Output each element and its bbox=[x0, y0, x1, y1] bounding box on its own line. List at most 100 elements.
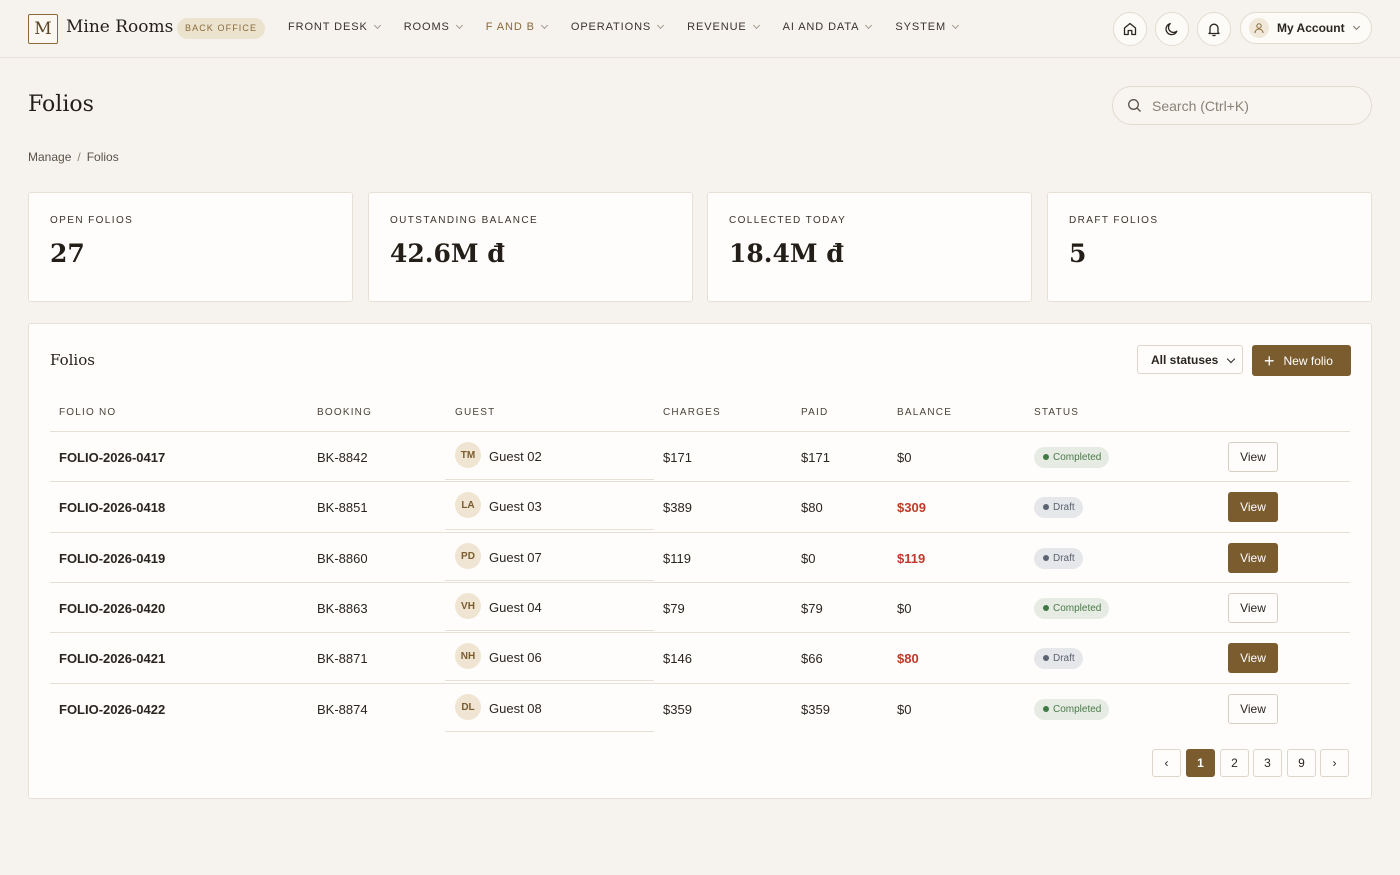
guest-cell: TM Guest 02 bbox=[445, 432, 654, 480]
guest-avatar: NH bbox=[455, 643, 481, 669]
status-label: Draft bbox=[1053, 653, 1075, 664]
breadcrumb-manage[interactable]: Manage bbox=[28, 150, 71, 164]
folio-number[interactable]: FOLIO-2026-0421 bbox=[59, 651, 165, 666]
booking-number: BK-8842 bbox=[317, 450, 368, 465]
bell-icon bbox=[1208, 23, 1220, 37]
nav-revenue[interactable]: REVENUE bbox=[687, 21, 760, 33]
pagination-page-2[interactable]: 2 bbox=[1220, 749, 1249, 777]
paid-value: $359 bbox=[801, 702, 830, 717]
table-row[interactable]: FOLIO-2026-0420 BK-8863 VH Guest 04 $79 $79 $0… bbox=[50, 582, 1350, 632]
charges-value: $146 bbox=[663, 651, 692, 666]
guest-cell: LA Guest 03 bbox=[445, 482, 654, 530]
view-folio-button[interactable]: View bbox=[1228, 442, 1278, 472]
pagination-page-9[interactable]: 9 bbox=[1287, 749, 1316, 777]
nav-f-and-b[interactable]: F AND B bbox=[486, 21, 548, 33]
table-row[interactable]: FOLIO-2026-0419 BK-8860 PD Guest 07 $119 $0 $1… bbox=[50, 532, 1350, 582]
paid-value: $79 bbox=[801, 601, 823, 616]
stat-label: OUTSTANDING BALANCE bbox=[390, 215, 539, 226]
nav-operations[interactable]: OPERATIONS bbox=[571, 21, 665, 33]
status-dot-icon bbox=[1043, 555, 1049, 561]
pagination-page-3[interactable]: 3 bbox=[1253, 749, 1282, 777]
nav-label: AI AND DATA bbox=[782, 21, 860, 33]
pagination-next-button[interactable]: › bbox=[1320, 749, 1349, 777]
guest-cell: NH Guest 06 bbox=[445, 633, 654, 681]
status-dot-icon bbox=[1043, 605, 1049, 611]
status-dot-icon bbox=[1043, 454, 1049, 460]
view-folio-button[interactable]: View bbox=[1228, 694, 1278, 724]
chevron-down-icon bbox=[657, 21, 665, 30]
panel-title: Folios bbox=[50, 351, 95, 369]
column-header-charges[interactable]: CHARGES bbox=[663, 407, 721, 418]
column-header-balance[interactable]: BALANCE bbox=[897, 407, 952, 418]
back-office-badge: BACK OFFICE bbox=[177, 18, 266, 39]
table-row[interactable]: FOLIO-2026-0417 BK-8842 TM Guest 02 $171 $171… bbox=[50, 431, 1350, 481]
folio-number[interactable]: FOLIO-2026-0420 bbox=[59, 601, 165, 616]
nav-system[interactable]: SYSTEM bbox=[895, 21, 960, 33]
search-placeholder: Search (Ctrl+K) bbox=[1152, 97, 1249, 114]
chevron-down-icon bbox=[752, 21, 760, 30]
avatar bbox=[1249, 18, 1269, 38]
account-menu[interactable]: My Account bbox=[1240, 12, 1372, 44]
status-filter-select[interactable]: All statuses bbox=[1137, 345, 1243, 374]
pagination-page-1[interactable]: 1 bbox=[1186, 749, 1215, 777]
booking-number: BK-8871 bbox=[317, 651, 368, 666]
table-row[interactable]: FOLIO-2026-0422 BK-8874 DL Guest 08 $359 $359… bbox=[50, 683, 1350, 733]
status-badge: Draft bbox=[1034, 548, 1083, 569]
folio-number[interactable]: FOLIO-2026-0422 bbox=[59, 702, 165, 717]
view-folio-button[interactable]: View bbox=[1228, 593, 1278, 623]
new-folio-button[interactable]: + New folio bbox=[1252, 345, 1351, 376]
folios-panel: Folios All statuses + New folio FOLIO NO… bbox=[28, 323, 1372, 799]
theme-toggle-button[interactable] bbox=[1155, 12, 1189, 46]
logo[interactable]: M bbox=[28, 14, 58, 44]
view-folio-button[interactable]: View bbox=[1228, 492, 1278, 522]
logo-letter: M bbox=[34, 19, 52, 39]
column-header-status[interactable]: STATUS bbox=[1034, 407, 1079, 418]
nav-label: FRONT DESK bbox=[288, 21, 368, 33]
status-badge: Draft bbox=[1034, 648, 1083, 669]
view-folio-button[interactable]: View bbox=[1228, 543, 1278, 573]
nav-front-desk[interactable]: FRONT DESK bbox=[288, 21, 381, 33]
guest-name: Guest 04 bbox=[489, 600, 542, 615]
nav-ai-and-data[interactable]: AI AND DATA bbox=[782, 21, 873, 33]
view-folio-button[interactable]: View bbox=[1228, 643, 1278, 673]
balance-value: $0 bbox=[897, 702, 912, 717]
paid-value: $171 bbox=[801, 450, 830, 465]
charges-value: $359 bbox=[663, 702, 692, 717]
folio-number[interactable]: FOLIO-2026-0417 bbox=[59, 450, 165, 465]
app-name[interactable]: Mine Rooms bbox=[66, 17, 173, 37]
notifications-button[interactable] bbox=[1197, 12, 1231, 46]
stat-card-collected-today: COLLECTED TODAY 18.4M đ bbox=[707, 192, 1032, 302]
pagination-prev-button[interactable]: ‹ bbox=[1152, 749, 1181, 777]
folio-number[interactable]: FOLIO-2026-0418 bbox=[59, 500, 165, 515]
nav-rooms[interactable]: ROOMS bbox=[403, 21, 463, 33]
status-badge: Completed bbox=[1034, 598, 1110, 619]
nav-label: ROOMS bbox=[403, 21, 450, 33]
column-header-folio-no[interactable]: FOLIO NO bbox=[59, 407, 116, 418]
chevron-down-icon bbox=[1352, 22, 1360, 31]
stat-label: OPEN FOLIOS bbox=[50, 215, 134, 226]
column-header-guest[interactable]: GUEST bbox=[455, 407, 495, 418]
charges-value: $79 bbox=[663, 601, 685, 616]
stat-value: 18.4M đ bbox=[729, 239, 844, 268]
balance-value: $119 bbox=[897, 551, 926, 566]
chevron-down-icon bbox=[951, 21, 960, 30]
column-header-paid[interactable]: PAID bbox=[801, 407, 828, 418]
balance-value: $80 bbox=[897, 651, 919, 666]
search-icon bbox=[1128, 99, 1141, 112]
chevron-down-icon bbox=[455, 21, 463, 30]
folio-number[interactable]: FOLIO-2026-0419 bbox=[59, 551, 165, 566]
search-input[interactable]: Search (Ctrl+K) bbox=[1112, 86, 1372, 125]
home-button[interactable] bbox=[1113, 12, 1147, 46]
guest-avatar: LA bbox=[455, 492, 481, 518]
nav-label: SYSTEM bbox=[895, 21, 947, 33]
user-icon bbox=[1254, 23, 1264, 34]
table-row[interactable]: FOLIO-2026-0421 BK-8871 NH Guest 06 $146 $66 $… bbox=[50, 632, 1350, 682]
moon-icon bbox=[1165, 22, 1178, 36]
booking-number: BK-8851 bbox=[317, 500, 368, 515]
balance-value: $0 bbox=[897, 450, 912, 465]
column-header-booking[interactable]: BOOKING bbox=[317, 407, 372, 418]
stat-card-open-folios: OPEN FOLIOS 27 bbox=[28, 192, 353, 302]
status-dot-icon bbox=[1043, 655, 1049, 661]
table-row[interactable]: FOLIO-2026-0418 BK-8851 LA Guest 03 $389 $80 $… bbox=[50, 481, 1350, 531]
booking-number: BK-8860 bbox=[317, 551, 368, 566]
